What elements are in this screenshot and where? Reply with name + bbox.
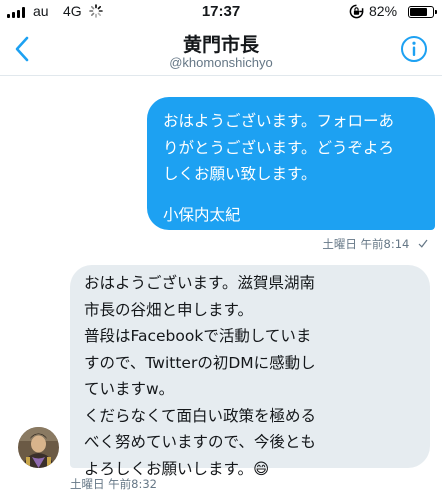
battery-level [410, 8, 427, 16]
message-line: 市長の谷畑と申します。 [84, 300, 253, 319]
info-icon[interactable] [400, 35, 428, 63]
battery-icon [408, 6, 437, 18]
conversation-header: 黄門市長 @khomonshichyo [0, 24, 442, 76]
message-line: おはようございます。滋賀県湖南 [84, 274, 315, 292]
message-line: くだらなくて面白い政策を極める [84, 406, 317, 425]
conversation-title: 黄門市長 [182, 34, 259, 56]
sent-check-icon [418, 239, 428, 248]
conversation-handle: @khomonshichyo [169, 55, 273, 70]
message-text: よろしくお願いします。 [84, 459, 253, 478]
avatar[interactable] [18, 427, 59, 468]
message-line: すので、Twitterの初DMに感動し [84, 353, 316, 372]
rotation-lock-icon [349, 4, 364, 19]
message-line: 普段はFacebookで活動していま [84, 327, 312, 345]
status-bar: au 4G 17:37 82% [0, 0, 442, 24]
message-signature: 小保内太紀 [163, 205, 241, 224]
outgoing-message-timestamp: 土曜日 午前8:14 [322, 236, 428, 252]
incoming-message-timestamp: 土曜日 午前8:32 [70, 476, 157, 492]
message-line: おはようございます。フォローあ [163, 112, 394, 130]
message-line: べく努めていますので、今後とも [84, 433, 316, 451]
outgoing-message-bubble[interactable]: おはようございます。フォローあ りがとうございます。どうぞよろ しくお願い致しま… [147, 97, 435, 230]
incoming-message-bubble[interactable]: おはようございます。滋賀県湖南 市長の谷畑と申します。 普段はFacebookで… [70, 265, 430, 478]
battery-percentage: 82% [369, 3, 398, 19]
message-day: 土曜日 [322, 237, 357, 251]
message-time: 午前8:32 [108, 477, 157, 491]
message-day: 土曜日 [70, 477, 105, 491]
message-line: りがとうございます。どうぞよろ [163, 138, 394, 157]
message-time: 午前8:14 [360, 237, 410, 251]
message-line: ていますw。 [84, 380, 175, 398]
grinning-emoji: 😄 [252, 459, 270, 478]
message-line: しくお願い致します。 [163, 165, 317, 183]
